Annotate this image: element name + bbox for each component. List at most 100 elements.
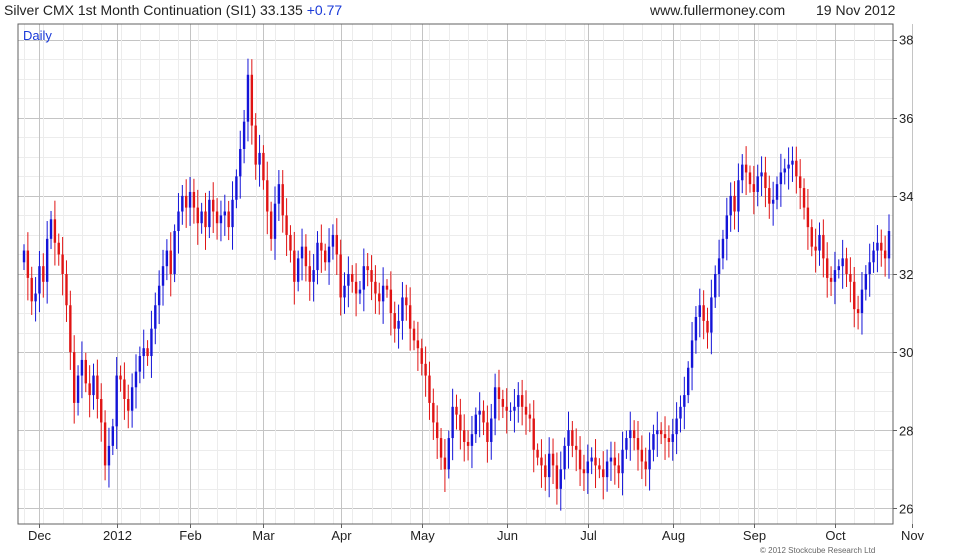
candle-body <box>439 438 443 458</box>
candle-body <box>493 387 497 419</box>
candle-body <box>586 461 589 474</box>
candle <box>281 170 284 233</box>
candle-body <box>686 367 690 396</box>
candle-body <box>872 250 875 263</box>
candle <box>625 430 628 459</box>
candle <box>868 243 871 297</box>
candle-body <box>53 219 57 243</box>
candle-body <box>208 199 211 228</box>
candle-body <box>188 191 192 208</box>
candle-body <box>470 434 474 446</box>
candle <box>578 436 582 487</box>
candle-body <box>729 195 732 216</box>
candle-body <box>316 242 319 271</box>
candle <box>308 250 311 301</box>
candle-body <box>362 266 366 290</box>
candle-body <box>474 414 478 435</box>
candle <box>864 265 868 301</box>
candle-body <box>826 258 829 278</box>
candle <box>733 181 736 230</box>
candle-body <box>351 274 354 282</box>
candle-body <box>783 168 786 173</box>
x-tick-label: Jul <box>580 528 597 543</box>
candle-body <box>424 363 427 376</box>
candle-body <box>756 176 759 192</box>
candle-body <box>528 414 532 419</box>
candle <box>887 214 891 279</box>
candle <box>771 181 775 226</box>
candle-body <box>134 371 138 388</box>
candle-body <box>779 172 783 185</box>
candle <box>397 304 400 349</box>
candle-body <box>84 359 87 384</box>
candle <box>92 363 95 410</box>
candle <box>648 432 651 491</box>
candle <box>725 197 729 261</box>
candle-body <box>806 207 810 228</box>
candle-body <box>690 340 694 368</box>
site-link[interactable]: www.fullermoney.com <box>650 1 785 19</box>
candle-body <box>335 234 338 255</box>
candle-body <box>721 238 725 259</box>
candle <box>335 218 338 275</box>
candle-body <box>640 449 644 462</box>
candle-body <box>343 285 346 298</box>
candle <box>378 282 381 315</box>
candle-body <box>679 406 682 419</box>
candle <box>107 427 111 488</box>
candle-body <box>725 215 729 239</box>
candle-body <box>605 461 609 478</box>
candle <box>57 233 60 266</box>
candle-body <box>277 184 281 204</box>
candle-body <box>555 465 559 489</box>
x-tick-label: Nov <box>901 528 925 543</box>
candle-body <box>65 274 68 306</box>
candle <box>613 441 617 485</box>
candle <box>300 228 304 281</box>
y-tick-label: 32 <box>899 267 913 282</box>
candle-body <box>853 281 856 310</box>
candle <box>262 145 265 190</box>
candle <box>269 201 273 251</box>
candle-body <box>771 199 775 204</box>
candle-body <box>814 246 817 251</box>
candle-body <box>269 211 273 239</box>
candle-body <box>192 191 196 208</box>
candle-body <box>887 231 891 259</box>
candle-body <box>517 395 520 407</box>
candle-body <box>752 184 756 192</box>
y-tick-label: 30 <box>899 345 913 360</box>
candle-body <box>150 328 153 357</box>
candle-body <box>154 305 157 329</box>
candle-body <box>30 277 33 302</box>
candle-body <box>648 449 651 470</box>
candle <box>482 400 485 436</box>
candle <box>783 158 786 185</box>
candle <box>547 437 551 498</box>
candle <box>45 221 49 304</box>
candle <box>49 210 53 250</box>
candle-body <box>737 180 740 212</box>
candle-body <box>235 176 238 200</box>
candle <box>501 389 505 419</box>
candle <box>455 394 458 430</box>
candle-body <box>795 160 798 177</box>
candle-body <box>868 262 871 274</box>
candle <box>710 279 713 355</box>
candle <box>463 414 466 462</box>
candle <box>594 439 597 489</box>
candle <box>493 373 497 436</box>
candle-body <box>536 449 539 458</box>
candle-body <box>289 234 292 251</box>
candle-body <box>741 164 744 181</box>
last-price: 33.135 <box>260 2 303 18</box>
candle-body <box>775 184 779 200</box>
candle <box>598 458 601 479</box>
candle <box>134 354 138 409</box>
candle-body <box>157 285 161 306</box>
candle <box>416 321 420 371</box>
candle-body <box>435 422 439 439</box>
candle <box>432 388 435 440</box>
candle <box>702 290 705 340</box>
candle-body <box>644 461 647 470</box>
